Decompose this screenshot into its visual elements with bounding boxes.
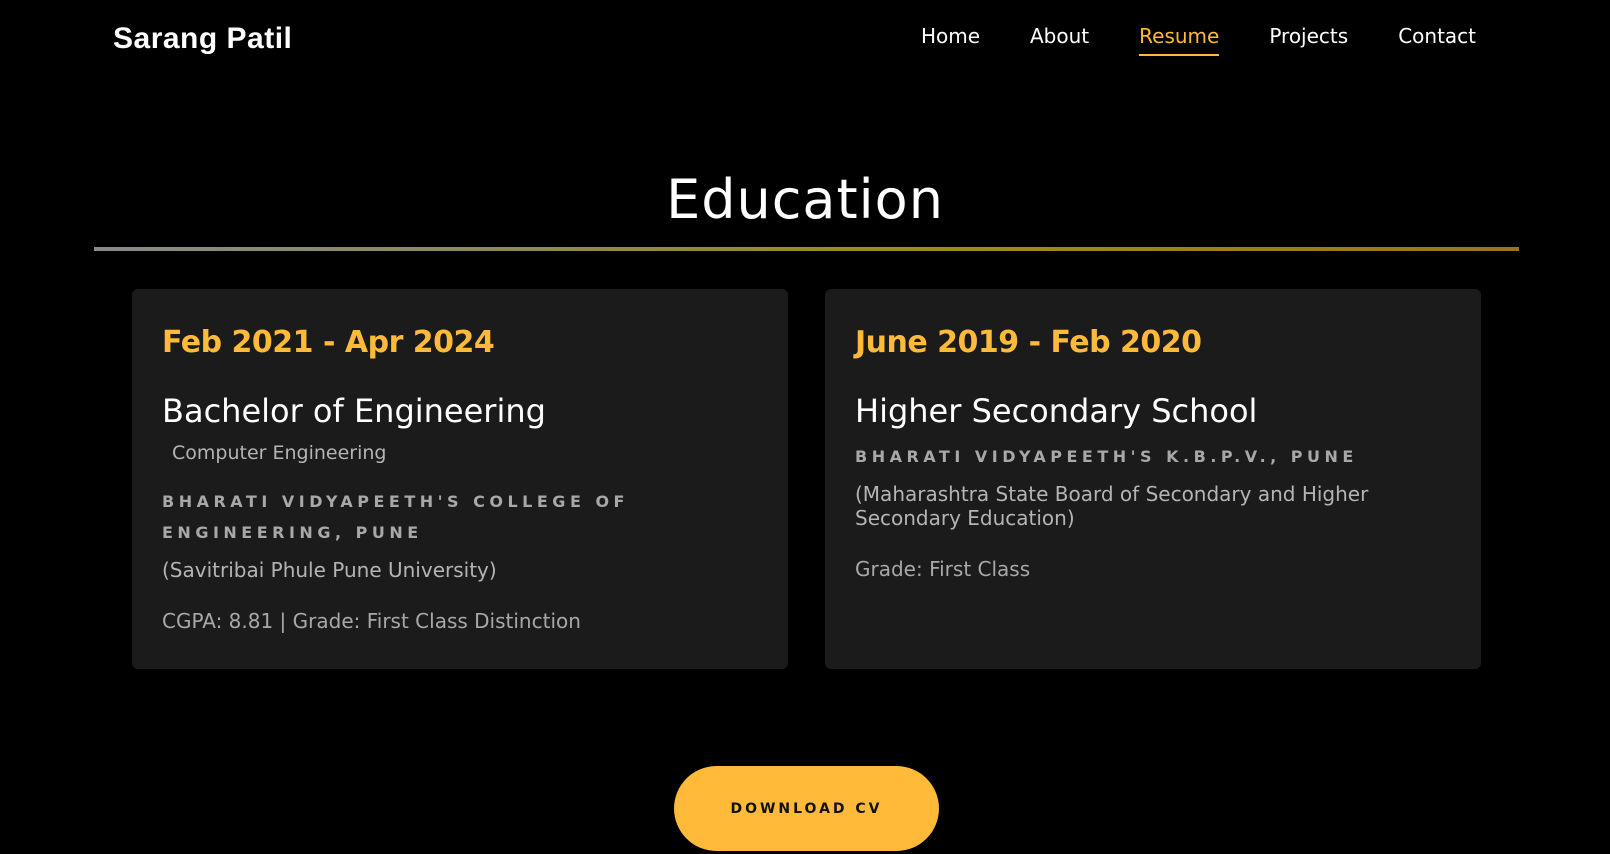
education-card-higher-secondary: June 2019 - Feb 2020 Higher Secondary Sc… <box>825 289 1481 669</box>
education-board: (Maharashtra State Board of Secondary an… <box>855 482 1369 530</box>
resume-page: Sarang Patil Home About Resume Projects … <box>0 0 1610 854</box>
education-degree: Higher Secondary School <box>855 392 1258 430</box>
education-degree: Bachelor of Engineering <box>162 392 546 430</box>
nav-about[interactable]: About <box>1030 24 1089 54</box>
education-date: Feb 2021 - Apr 2024 <box>162 325 495 360</box>
education-school: BHARATI VIDYAPEETH'S COLLEGE OF ENGINEER… <box>162 492 629 542</box>
education-date: June 2019 - Feb 2020 <box>855 325 1202 360</box>
brand-logo[interactable]: Sarang Patil <box>113 22 292 56</box>
education-field: Computer Engineering <box>172 442 387 464</box>
education-school: BHARATI VIDYAPEETH'S K.B.P.V., PUNE <box>855 447 1358 466</box>
education-grade: CGPA: 8.81 | Grade: First Class Distinct… <box>162 609 581 633</box>
download-cv-button[interactable]: DOWNLOAD CV <box>674 766 939 851</box>
main-nav: Home About Resume Projects Contact <box>921 24 1476 56</box>
section-title: Education <box>666 168 944 231</box>
nav-resume[interactable]: Resume <box>1139 24 1220 56</box>
education-card-bachelor: Feb 2021 - Apr 2024 Bachelor of Engineer… <box>132 289 788 669</box>
education-grade: Grade: First Class <box>855 557 1031 581</box>
education-board: (Savitribai Phule Pune University) <box>162 558 497 582</box>
nav-contact[interactable]: Contact <box>1398 24 1476 54</box>
title-divider <box>94 247 1519 251</box>
nav-home[interactable]: Home <box>921 24 980 54</box>
nav-projects[interactable]: Projects <box>1269 24 1348 54</box>
